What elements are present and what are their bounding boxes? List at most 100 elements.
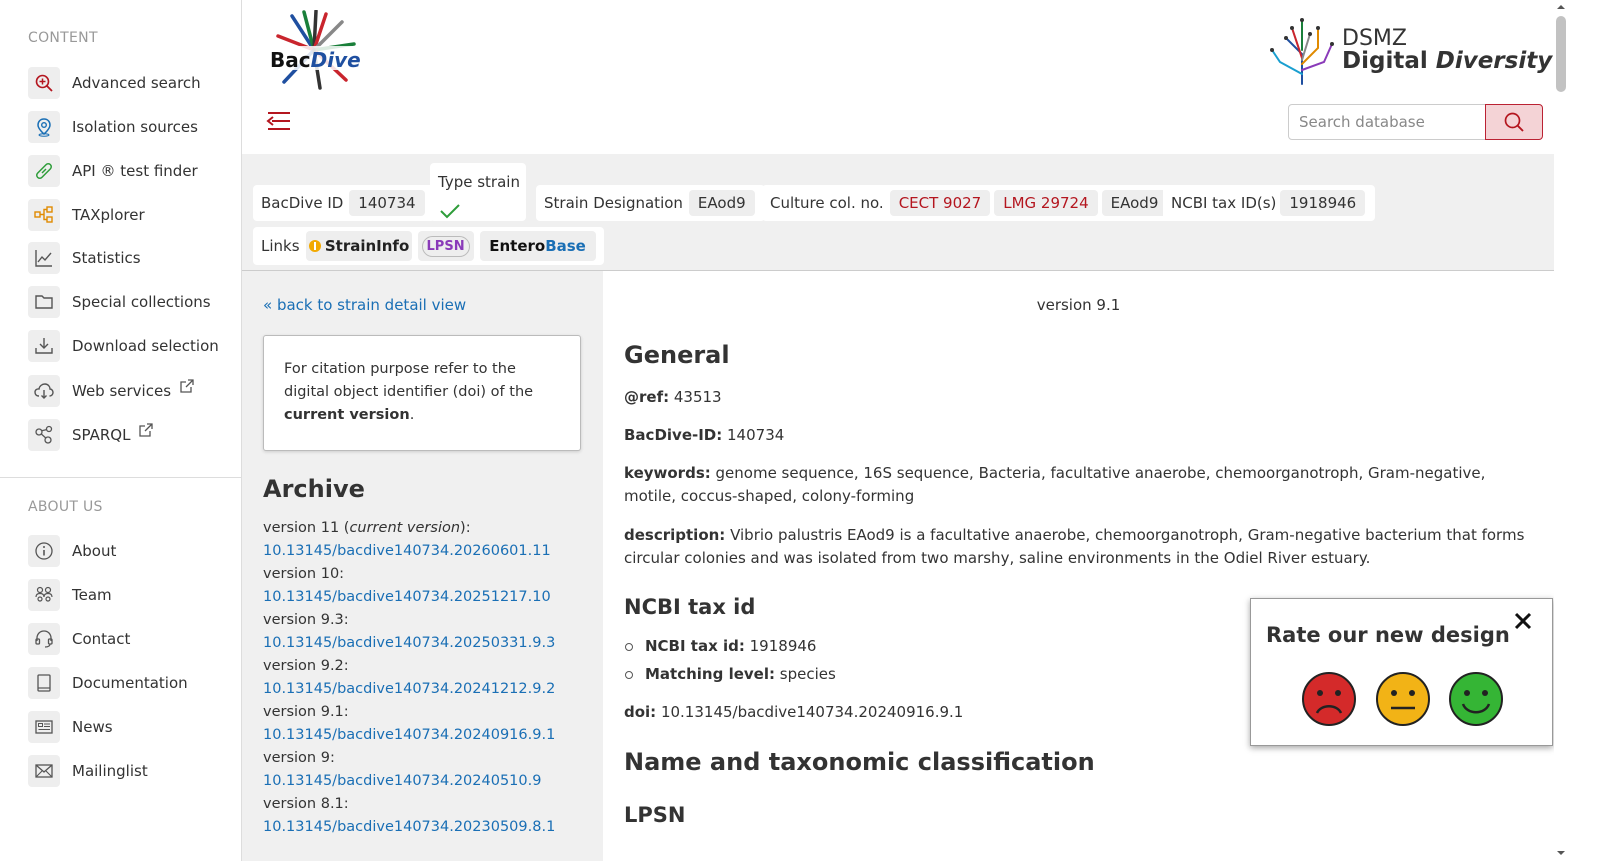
archive-title: Archive <box>263 475 365 503</box>
sidebar-item-download-selection[interactable]: Download selection <box>28 330 219 362</box>
taxonomy-heading: Name and taxonomic classification <box>624 748 1095 776</box>
search-input[interactable] <box>1288 104 1486 140</box>
sidebar: CONTENT Advanced search Isolation source… <box>0 0 242 861</box>
strain-designation-value: EAod9 <box>688 190 755 216</box>
menu-toggle-icon[interactable] <box>266 110 292 132</box>
strain-designation-card: Strain Designation EAod9 <box>536 185 765 221</box>
rate-title: Rate our new design <box>1266 623 1510 647</box>
sad-face-icon[interactable] <box>1301 671 1357 727</box>
logo-text: BacDive <box>270 48 361 72</box>
download-icon <box>28 330 60 362</box>
check-icon <box>440 204 460 219</box>
sidebar-item-label: Documentation <box>72 674 188 692</box>
dsmz-subtitle: Digital Diversity <box>1342 48 1553 74</box>
sidebar-item-team[interactable]: Team <box>28 579 112 611</box>
back-to-strain-link[interactable]: « back to strain detail view <box>263 296 466 314</box>
sidebar-item-label: Contact <box>72 630 131 648</box>
sidebar-item-label: Special collections <box>72 293 211 311</box>
sidebar-item-about[interactable]: About <box>28 535 116 567</box>
page-edge <box>1570 0 1600 861</box>
scrollbar-thumb[interactable] <box>1556 16 1566 92</box>
sidebar-item-api-test-finder[interactable]: API ® test finder <box>28 155 198 187</box>
archive-version-label: version 9: <box>263 750 335 766</box>
archive-version-label: version 8.1: <box>263 796 349 812</box>
sidebar-item-label: Isolation sources <box>72 118 198 136</box>
culture-link-lmg[interactable]: LMG 29724 <box>994 190 1098 216</box>
links-card: Links StrainInfo LPSN Entero Base <box>253 227 604 265</box>
folder-icon <box>28 286 60 318</box>
search-plus-icon <box>28 67 60 99</box>
archive-doi-link[interactable]: 10.13145/bacdive140734.20251217.10 <box>263 586 593 609</box>
external-link-icon <box>180 379 194 393</box>
sidebar-item-label: Statistics <box>72 249 141 267</box>
happy-face-icon[interactable] <box>1448 671 1504 727</box>
about-heading: ABOUT US <box>28 499 103 515</box>
content-heading: CONTENT <box>28 30 98 46</box>
archive-doi-link[interactable]: 10.13145/bacdive140734.20250331.9.3 <box>263 632 593 655</box>
search-button[interactable] <box>1485 104 1543 140</box>
sidebar-item-taxplorer[interactable]: TAXplorer <box>28 199 145 231</box>
tree-icon <box>28 199 60 231</box>
rate-design-popup: Rate our new design <box>1250 598 1553 746</box>
sidebar-divider <box>0 477 241 478</box>
headset-icon <box>28 623 60 655</box>
archive-version-label: version 9.2: <box>263 658 349 674</box>
archive-doi-link[interactable]: 10.13145/bacdive140734.20240916.9.1 <box>263 724 593 747</box>
archive-doi-link[interactable]: 10.13145/bacdive140734.20240510.9 <box>263 770 593 793</box>
neutral-face-icon[interactable] <box>1375 671 1431 727</box>
lpsn-heading: LPSN <box>624 803 686 827</box>
sidebar-item-label: Team <box>72 586 112 604</box>
type-strain-card: Type strain <box>430 163 526 221</box>
sidebar-item-statistics[interactable]: Statistics <box>28 242 141 274</box>
archive-panel: « back to strain detail view For citatio… <box>242 271 603 861</box>
culture-number-eaod9: EAod9 <box>1101 190 1168 216</box>
book-icon <box>28 667 60 699</box>
archive-doi-link[interactable]: 10.13145/bacdive140734.20260601.11 <box>263 540 593 563</box>
keywords-field: keywords: genome sequence, 16S sequence,… <box>624 464 1486 505</box>
team-icon <box>28 579 60 611</box>
archive-list: version 11 (current version): 10.13145/b… <box>263 517 593 839</box>
sidebar-item-label: Web services <box>72 382 172 400</box>
sidebar-item-label: Mailinglist <box>72 762 148 780</box>
ncbi-tax-value: 1918946 <box>1280 190 1366 216</box>
archive-version-label: version 11 (current version): <box>263 520 471 536</box>
sidebar-item-isolation-sources[interactable]: Isolation sources <box>28 111 198 143</box>
archive-version-label: version 9.1: <box>263 704 349 720</box>
scroll-down-icon[interactable] <box>1556 848 1566 858</box>
sidebar-item-label: News <box>72 718 113 736</box>
lpsn-link[interactable]: LPSN <box>417 231 474 261</box>
sidebar-item-label: API ® test finder <box>72 162 198 180</box>
external-link-icon <box>139 423 154 437</box>
sidebar-item-contact[interactable]: Contact <box>28 623 130 655</box>
newspaper-icon <box>28 711 60 743</box>
bacdive-id-card: BacDive ID 140734 <box>253 185 435 221</box>
sidebar-item-label: TAXplorer <box>72 206 145 224</box>
sidebar-item-web-services[interactable]: Web services <box>28 375 195 407</box>
culture-link-cect[interactable]: CECT 9027 <box>889 190 991 216</box>
sidebar-item-documentation[interactable]: Documentation <box>28 667 188 699</box>
test-tube-icon <box>28 155 60 187</box>
sidebar-item-special-collections[interactable]: Special collections <box>28 286 211 318</box>
sidebar-item-advanced-search[interactable]: Advanced search <box>28 67 201 99</box>
general-heading: General <box>624 341 730 369</box>
straininfo-icon <box>308 240 321 252</box>
archive-version-label: version 10: <box>263 566 345 582</box>
sidebar-item-mailinglist[interactable]: Mailinglist <box>28 755 148 787</box>
close-icon[interactable] <box>1511 609 1535 633</box>
version-label: version 9.1 <box>1036 296 1121 314</box>
line-chart-icon <box>28 242 60 274</box>
archive-version-label: version 9.3: <box>263 612 349 628</box>
sidebar-item-sparql[interactable]: SPARQL <box>28 419 154 451</box>
header: BacDive DSMZ Digital Diversity <box>242 0 1570 158</box>
enterobase-link[interactable]: Entero Base <box>479 231 596 261</box>
sidebar-item-label: SPARQL <box>72 426 131 444</box>
share-nodes-icon <box>28 419 60 451</box>
archive-doi-link[interactable]: 10.13145/bacdive140734.20230509.8.1 <box>263 816 593 839</box>
scrollbar-track[interactable] <box>1554 0 1570 861</box>
info-icon <box>28 535 60 567</box>
description-field: description: Vibrio palustris EAod9 is a… <box>624 526 1525 567</box>
scroll-up-icon[interactable] <box>1556 2 1566 12</box>
sidebar-item-news[interactable]: News <box>28 711 113 743</box>
straininfo-link[interactable]: StrainInfo <box>305 231 412 261</box>
archive-doi-link[interactable]: 10.13145/bacdive140734.20241212.9.2 <box>263 678 593 701</box>
